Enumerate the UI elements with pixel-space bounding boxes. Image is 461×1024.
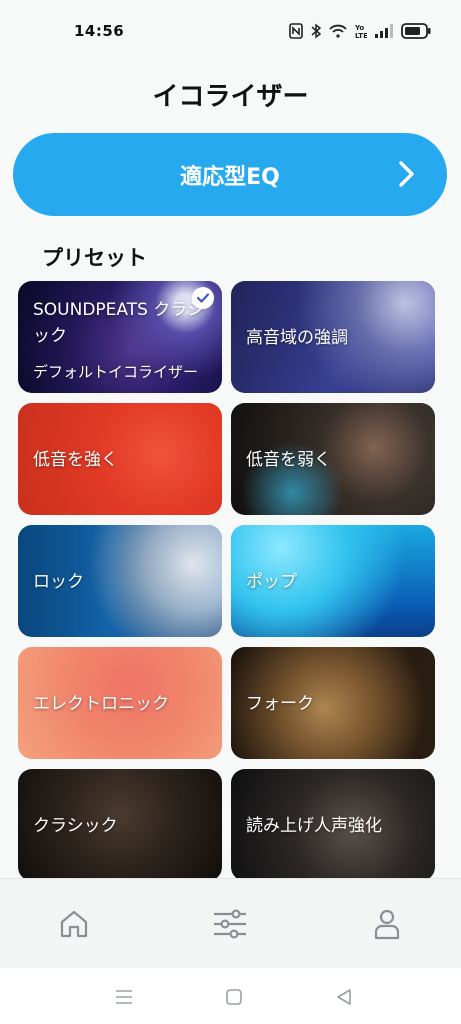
preset-label: エレクトロニック xyxy=(33,694,169,714)
preset-grid: SOUNDPEATS クラシック デフォルトイコライザー 高音域の強調 低音を強… xyxy=(18,281,436,878)
system-nav-bar xyxy=(0,968,461,1024)
preset-label: ポップ xyxy=(246,572,297,592)
volte-icon: YoLTE xyxy=(355,24,367,39)
preset-card-treble-boost[interactable]: 高音域の強調 xyxy=(231,281,435,393)
bottom-nav xyxy=(0,878,461,968)
page-title: イコライザー xyxy=(152,82,309,112)
preset-card-electronic[interactable]: エレクトロニック xyxy=(18,647,222,759)
preset-card-voice-enhance[interactable]: 読み上げ人声強化 xyxy=(231,769,435,878)
preset-label: 低音を強く xyxy=(33,450,118,470)
preset-card-rock[interactable]: ロック xyxy=(18,525,222,637)
wifi-icon xyxy=(329,24,347,38)
signal-icon xyxy=(375,24,393,38)
preset-label: ロック xyxy=(33,572,84,592)
preset-label: SOUNDPEATS クラシック xyxy=(33,300,204,346)
back-icon xyxy=(337,989,351,1005)
system-home-button[interactable] xyxy=(223,986,245,1008)
status-bar: 14:56 Yo LTE xyxy=(0,0,461,56)
preset-card-bass-boost[interactable]: 低音を強く xyxy=(18,403,222,515)
preset-card-folk[interactable]: フォーク xyxy=(231,647,435,759)
preset-label: クラシック xyxy=(33,816,118,836)
preset-label: フォーク xyxy=(246,694,314,714)
nfc-icon xyxy=(289,23,303,39)
battery-icon xyxy=(401,23,431,39)
home-square-icon xyxy=(226,989,242,1005)
nav-home[interactable] xyxy=(57,907,91,941)
system-back-button[interactable] xyxy=(333,986,355,1008)
preset-card-soundpeats-classic[interactable]: SOUNDPEATS クラシック デフォルトイコライザー xyxy=(18,281,222,393)
chevron-right-icon xyxy=(399,161,414,187)
preset-card-classic[interactable]: クラシック xyxy=(18,769,222,878)
adaptive-eq-label: 適応型EQ xyxy=(180,164,280,190)
svg-text:Yo: Yo xyxy=(355,24,364,32)
preset-card-bass-reduce[interactable]: 低音を弱く xyxy=(231,403,435,515)
preset-label: 低音を弱く xyxy=(246,450,331,470)
nav-profile[interactable] xyxy=(370,907,404,941)
presets-title: プリセット xyxy=(42,246,147,270)
status-time: 14:56 xyxy=(74,22,125,40)
check-icon xyxy=(192,287,214,309)
preset-label: 読み上げ人声強化 xyxy=(246,816,382,836)
preset-label: 高音域の強調 xyxy=(246,328,348,348)
menu-icon xyxy=(116,990,132,1004)
status-icons: Yo LTE xyxy=(289,21,431,41)
home-icon xyxy=(60,910,88,938)
nav-equalizer[interactable] xyxy=(213,907,247,941)
adaptive-eq-button[interactable]: 適応型EQ xyxy=(13,133,447,216)
system-menu-button[interactable] xyxy=(113,986,135,1008)
equalizer-icon xyxy=(214,909,246,939)
preset-card-pop[interactable]: ポップ xyxy=(231,525,435,637)
preset-sub-label: デフォルトイコライザー xyxy=(33,363,199,381)
bluetooth-icon xyxy=(311,23,321,39)
svg-text:LTE: LTE xyxy=(355,32,367,39)
profile-icon xyxy=(374,909,400,940)
